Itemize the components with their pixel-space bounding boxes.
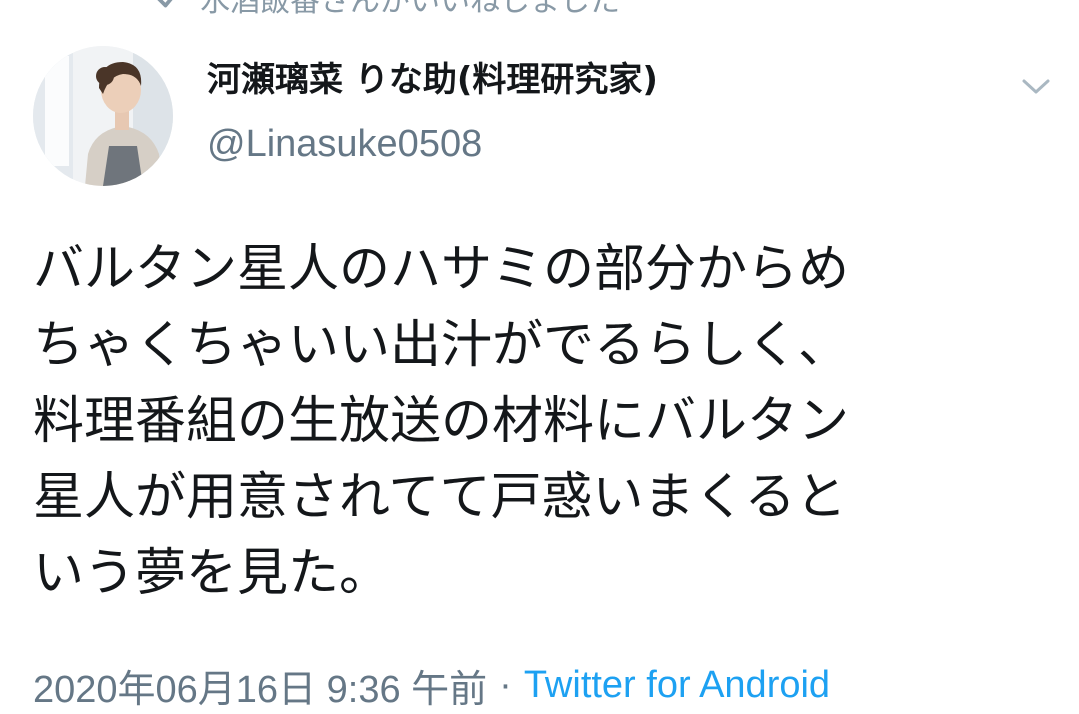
check-icon xyxy=(150,0,186,16)
avatar[interactable] xyxy=(33,46,173,186)
chevron-down-icon[interactable] xyxy=(1016,72,1056,102)
meta-separator: · xyxy=(499,663,512,706)
tweet-text-line: 料理番組の生放送の材料にバルタン xyxy=(33,392,850,451)
tweet-text-line: ちゃくちゃいい出汁がでるらしく、 xyxy=(33,316,850,375)
tweet-header: 河瀬璃菜 りな助(料理研究家) @Linasuke0508 xyxy=(207,58,658,166)
author-display-name[interactable]: 河瀬璃菜 りな助(料理研究家) xyxy=(207,58,658,102)
tweet-meta: 2020年06月16日 9:36 午前 · Twitter for Androi… xyxy=(33,658,830,713)
tweet-text: バルタン星人のハサミの部分からめ ちゃくちゃいい出汁がでるらしく、 料理番組の生… xyxy=(33,232,1043,612)
author-handle[interactable]: @Linasuke0508 xyxy=(207,122,658,166)
timestamp[interactable]: 2020年06月16日 9:36 午前 xyxy=(33,658,487,713)
tweet-text-line: バルタン星人のハサミの部分からめ xyxy=(33,240,850,299)
tweet-text-line: いう夢を見た。 xyxy=(33,544,391,603)
social-context: 水酒飯番さんがいいねしました xyxy=(150,0,620,19)
social-context-text: 水酒飯番さんがいいねしました xyxy=(200,0,620,19)
source-link[interactable]: Twitter for Android xyxy=(524,664,830,707)
tweet-text-line: 星人が用意されてて戸惑いまくると xyxy=(33,468,847,527)
